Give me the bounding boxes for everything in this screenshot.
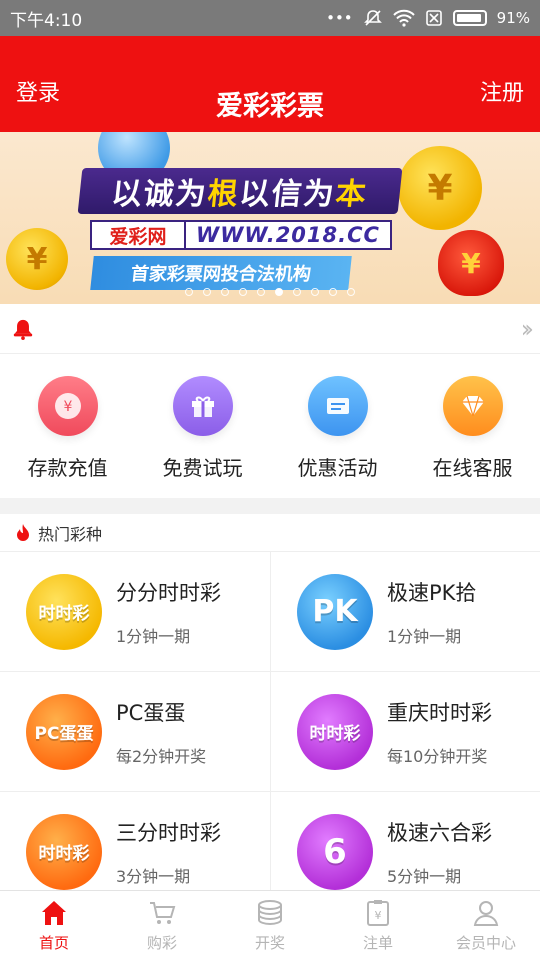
order-icon: ¥	[367, 900, 389, 926]
tab-label: 注单	[362, 934, 393, 952]
game-card[interactable]: PK 极速PK拾 1分钟一期	[270, 552, 540, 672]
game-desc: 5分钟一期	[387, 866, 462, 886]
quick-promotions[interactable]: 优惠活动	[270, 354, 405, 498]
banner-slogan: 以诚为根 以信为本	[77, 168, 403, 214]
status-icons: ••• 91%	[326, 8, 530, 28]
banner-site-name: 爱彩网	[90, 220, 186, 250]
user-icon	[473, 901, 499, 926]
promo-banner[interactable]: ¥ ¥ ¥ 以诚为根 以信为本 爱彩网 WWW.2018.CC 首家彩票网投合法…	[0, 132, 540, 304]
cart-icon	[150, 902, 176, 924]
coins-icon	[258, 900, 282, 926]
bottom-tab-bar: 首页 购彩 开奖 ¥ 注单 会员中心	[0, 890, 540, 960]
money-bag-icon: ¥	[438, 230, 504, 296]
banner-pagination	[0, 288, 540, 296]
status-time: 下午4:10	[10, 10, 83, 31]
battery-percent: 91%	[496, 9, 530, 27]
banner-tagline: 首家彩票网投合法机构	[90, 256, 352, 290]
pagination-dot[interactable]	[275, 288, 283, 296]
game-card[interactable]: 时时彩 重庆时时彩每10分钟开奖	[270, 672, 540, 792]
game-desc: 1分钟一期	[387, 626, 462, 646]
tab-label: 购彩	[146, 934, 177, 952]
quick-customer-service[interactable]: 在线客服	[405, 354, 540, 498]
lottery-logo-icon: PK	[297, 573, 373, 650]
quick-free-trial[interactable]: 免费试玩	[135, 354, 270, 498]
battery-icon	[452, 10, 487, 26]
game-name: 重庆时时彩	[387, 700, 492, 725]
pagination-dot[interactable]	[293, 288, 301, 296]
game-name: 极速PK拾	[387, 580, 477, 605]
tab-buy[interactable]: 购彩	[108, 891, 216, 960]
tab-member[interactable]: 会员中心	[432, 891, 540, 960]
tab-label: 会员中心	[455, 934, 516, 952]
lottery-logo-icon: 时时彩	[297, 693, 373, 770]
pagination-dot[interactable]	[257, 288, 265, 296]
tab-home[interactable]: 首页	[0, 891, 108, 960]
wifi-icon	[392, 9, 415, 27]
pagination-dot[interactable]	[329, 288, 337, 296]
banner-site-url: WWW.2018.CC	[186, 220, 392, 250]
tab-results[interactable]: 开奖	[216, 891, 324, 960]
diamond-icon	[442, 376, 503, 436]
more-icon: •••	[326, 9, 353, 27]
game-desc: 每2分钟开奖	[116, 746, 207, 766]
bell-icon	[13, 319, 33, 340]
game-card[interactable]: 6 极速六合彩 5分钟一期	[270, 792, 540, 890]
quick-entries: ¥ 存款充值 免费试玩 优惠活动 在线客服	[0, 354, 540, 498]
pagination-dot[interactable]	[221, 288, 229, 296]
svg-text:¥: ¥	[63, 399, 72, 415]
game-name: 分分时时彩	[116, 580, 221, 605]
quick-label: 优惠活动	[297, 456, 378, 480]
pagination-dot[interactable]	[203, 288, 211, 296]
notice-bar[interactable]: ››	[0, 304, 540, 354]
coin-icon: ¥	[398, 146, 482, 230]
game-card[interactable]: PC蛋蛋 PC蛋蛋 每2分钟开奖	[0, 672, 270, 792]
pagination-dot[interactable]	[239, 288, 247, 296]
coin-icon: ¥	[6, 228, 68, 290]
status-bar: 下午4:10 ••• 91%	[0, 0, 540, 36]
game-name: PC蛋蛋	[116, 700, 186, 725]
game-desc: 1分钟一期	[116, 626, 191, 646]
quick-deposit[interactable]: ¥ 存款充值	[0, 354, 135, 498]
banner-site-row: 爱彩网 WWW.2018.CC	[90, 220, 392, 250]
tab-label: 首页	[38, 934, 69, 952]
gift-icon	[172, 376, 233, 436]
quick-label: 免费试玩	[162, 456, 243, 480]
home-icon	[42, 901, 66, 925]
game-desc: 每10分钟开奖	[387, 746, 488, 766]
lottery-logo-icon: PC蛋蛋	[26, 693, 102, 770]
lottery-logo-icon: 时时彩	[26, 573, 102, 650]
flame-icon	[17, 523, 29, 541]
sim-icon	[425, 10, 442, 26]
quick-label: 在线客服	[432, 456, 513, 480]
quick-label: 存款充值	[27, 456, 108, 480]
ticket-icon	[307, 376, 368, 436]
svg-text:¥: ¥	[375, 909, 382, 922]
game-name: 极速六合彩	[387, 820, 492, 845]
pagination-dot[interactable]	[311, 288, 319, 296]
game-name: 三分时时彩	[116, 820, 221, 845]
game-card[interactable]: 时时彩 三分时时彩 3分钟一期	[0, 792, 270, 890]
lottery-logo-icon: 时时彩	[26, 813, 102, 890]
pagination-dot[interactable]	[347, 288, 355, 296]
pagination-dot[interactable]	[185, 288, 193, 296]
double-chevron-right-icon[interactable]: ››	[521, 315, 534, 343]
game-card[interactable]: 时时彩 分分时时彩 1分钟一期	[0, 552, 270, 672]
game-desc: 3分钟一期	[116, 866, 191, 886]
hot-games-grid: 时时彩 分分时时彩 1分钟一期 PK 极速PK拾 1分钟一期 PC蛋蛋 PC蛋蛋 每2…	[0, 552, 540, 890]
mute-icon	[363, 10, 382, 26]
tab-orders[interactable]: ¥ 注单	[324, 891, 432, 960]
app-title: 爱彩彩票	[216, 91, 324, 122]
deposit-icon: ¥	[37, 376, 98, 436]
lottery-logo-icon: 6	[297, 813, 373, 890]
hot-section-title: 热门彩种	[38, 524, 103, 544]
hot-section-header: 热门彩种	[0, 514, 540, 552]
tab-label: 开奖	[254, 934, 285, 952]
